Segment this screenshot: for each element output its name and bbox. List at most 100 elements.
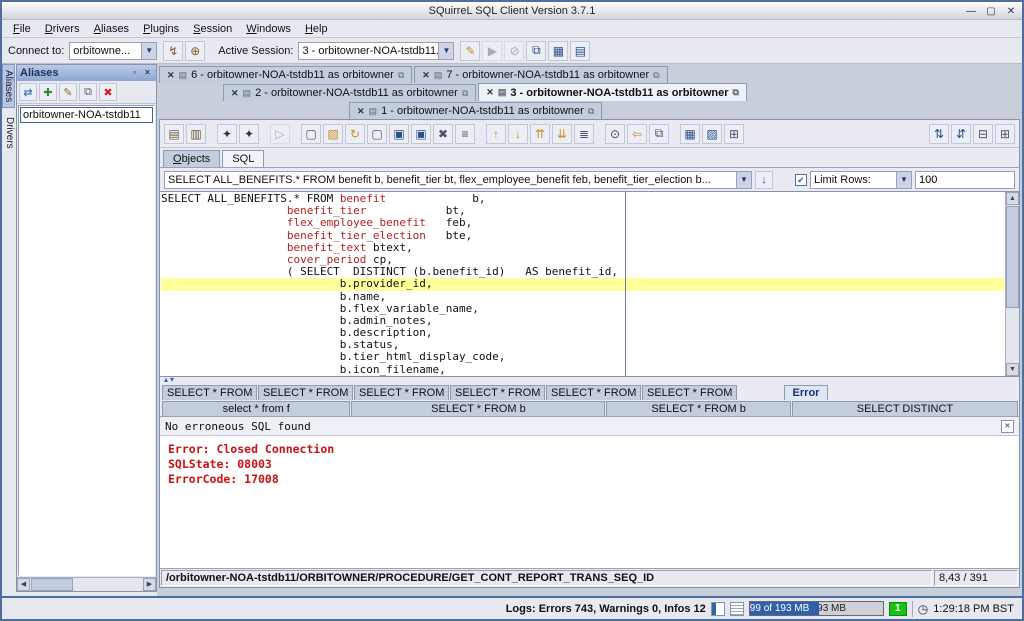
add-alias-icon[interactable]: ✚: [39, 83, 57, 101]
connect-to-combo[interactable]: orbitowne... ▼: [69, 42, 157, 60]
limit-rows-input[interactable]: [915, 171, 1015, 189]
scroll-up-icon[interactable]: ▲: [1006, 192, 1019, 205]
copy-sql-icon[interactable]: ⧉: [649, 124, 669, 144]
sql-history-value[interactable]: SELECT ALL_BENEFITS.* FROM benefit b, be…: [164, 171, 736, 189]
show-result-table-icon[interactable]: ▦: [680, 124, 700, 144]
sql-history-icon[interactable]: ≣: [574, 124, 594, 144]
result-tab[interactable]: SELECT * FROM b: [258, 385, 353, 400]
save-sql-icon[interactable]: ▣: [389, 124, 409, 144]
alias-list-item[interactable]: orbitowner-NOA-tstdb11: [20, 107, 153, 123]
limit-rows-label[interactable]: Limit Rows:: [810, 171, 896, 189]
close-error-panel-button[interactable]: ✕: [1001, 420, 1014, 433]
result-tab[interactable]: SELECT * FROM b: [606, 401, 791, 416]
refresh-schema-icon[interactable]: ⇅: [929, 124, 949, 144]
last-sql-icon[interactable]: ⇊: [552, 124, 572, 144]
session-tab[interactable]: ✕▤2 - orbitowner-NOA-tstdb11 as orbitown…: [223, 84, 476, 101]
menu-windows[interactable]: Windows: [239, 22, 298, 36]
connect-alias-icon[interactable]: ⇄: [19, 83, 37, 101]
tab-close-icon[interactable]: ✕: [167, 70, 175, 81]
limit-rows-checkbox[interactable]: ✔: [795, 174, 807, 186]
tab-detach-icon[interactable]: ⧉: [733, 87, 739, 98]
maximize-button[interactable]: ▢: [984, 6, 998, 17]
memory-gauge[interactable]: 99 of 193 MB 99 of 193 MB: [749, 601, 884, 616]
tab-detach-icon[interactable]: ⧉: [588, 106, 594, 117]
chevron-down-icon[interactable]: ▼: [438, 42, 454, 60]
tile-windows-icon[interactable]: ▦: [548, 41, 568, 61]
menu-file[interactable]: File: [6, 22, 38, 36]
menu-session[interactable]: Session: [186, 22, 239, 36]
commit-icon[interactable]: ✦: [217, 124, 237, 144]
scrollbar-thumb[interactable]: [1006, 206, 1019, 308]
new-alias-session-icon[interactable]: ⊕: [185, 41, 205, 61]
dock-panel-icon[interactable]: ▫: [129, 68, 140, 79]
new-sql-file-icon[interactable]: ▢: [301, 124, 321, 144]
scroll-right-icon[interactable]: ▶: [143, 578, 156, 591]
file-props-icon[interactable]: ≡: [455, 124, 475, 144]
result-tab[interactable]: SELECT * FROM b: [354, 385, 449, 400]
minimize-button[interactable]: —: [964, 6, 978, 17]
first-sql-icon[interactable]: ⇈: [530, 124, 550, 144]
splitter-collapse-icons[interactable]: ▴▾: [164, 375, 176, 384]
catalog-icon[interactable]: ⇵: [951, 124, 971, 144]
close-sql-file-icon[interactable]: ✖: [433, 124, 453, 144]
session-tab[interactable]: ✕▤3 - orbitowner-NOA-tstdb11 as orbitown…: [478, 83, 747, 101]
rotate-table-icon[interactable]: ⊞: [724, 124, 744, 144]
new-session-window-icon[interactable]: ⧉: [526, 41, 546, 61]
view-logs-icon[interactable]: [711, 602, 725, 616]
sql-editor[interactable]: SELECT ALL_BENEFITS.* FROM benefit b, be…: [160, 191, 1019, 377]
append-sql-icon[interactable]: ▢: [367, 124, 387, 144]
active-session-combo[interactable]: 3 - orbitowner-NOA-tstdb11... ▼: [298, 42, 454, 60]
collapse-all-icon[interactable]: ⊟: [973, 124, 993, 144]
menu-plugins[interactable]: Plugins: [136, 22, 186, 36]
limit-rows-select[interactable]: Limit Rows: ▼: [810, 171, 912, 189]
result-tab[interactable]: SELECT * FROM b: [351, 401, 605, 416]
scroll-down-icon[interactable]: ▼: [1006, 363, 1019, 376]
tab-close-icon[interactable]: ✕: [231, 88, 239, 99]
sql-editor-text[interactable]: SELECT ALL_BENEFITS.* FROM benefit b, be…: [161, 193, 1004, 376]
active-session-value[interactable]: 3 - orbitowner-NOA-tstdb11...: [298, 42, 438, 60]
cascade-windows-icon[interactable]: ▤: [570, 41, 590, 61]
log-settings-icon[interactable]: [730, 602, 744, 616]
session-tab[interactable]: ✕▤7 - orbitowner-NOA-tstdb11 as orbitown…: [414, 66, 667, 83]
copy-alias-icon[interactable]: ⧉: [79, 83, 97, 101]
tab-detach-icon[interactable]: ⧉: [653, 70, 659, 81]
rollback-icon[interactable]: ✦: [239, 124, 259, 144]
session-tab[interactable]: ✕▤6 - orbitowner-NOA-tstdb11 as orbitown…: [159, 66, 412, 83]
goto-error-icon[interactable]: ⇦: [627, 124, 647, 144]
tab-close-icon[interactable]: ✕: [357, 106, 365, 117]
tab-close-icon[interactable]: ✕: [486, 87, 494, 98]
result-tab[interactable]: SELECT * FROM b: [450, 385, 545, 400]
copy-history-to-editor-icon[interactable]: ↓: [755, 171, 773, 189]
delete-alias-icon[interactable]: ✖: [99, 83, 117, 101]
alias-list[interactable]: orbitowner-NOA-tstdb11: [18, 105, 155, 576]
connect-to-value[interactable]: orbitowne...: [69, 42, 141, 60]
dock-tab-aliases[interactable]: Aliases: [2, 64, 15, 108]
aliases-hscrollbar[interactable]: ◀ ▶: [17, 577, 156, 591]
expand-all-icon[interactable]: ⊞: [995, 124, 1015, 144]
tab-detach-icon[interactable]: ⧉: [398, 70, 404, 81]
scrollbar-thumb[interactable]: [31, 578, 73, 591]
splitter-handle[interactable]: ▴▾: [160, 377, 1019, 384]
next-sql-icon[interactable]: ↓: [508, 124, 528, 144]
show-result-text-icon[interactable]: ▨: [702, 124, 722, 144]
result-tab[interactable]: SELECT * FROM b: [162, 385, 257, 400]
tab-sql[interactable]: SQL: [222, 150, 264, 167]
sql-history-combo[interactable]: SELECT ALL_BENEFITS.* FROM benefit b, be…: [164, 171, 752, 189]
close-panel-icon[interactable]: ✕: [142, 68, 153, 79]
chevron-down-icon[interactable]: ▼: [736, 171, 752, 189]
result-tab[interactable]: Error: [784, 385, 828, 400]
tab-close-icon[interactable]: ✕: [422, 70, 430, 81]
connect-alias-icon[interactable]: ↯: [163, 41, 183, 61]
save-sql-as-icon[interactable]: ▣: [411, 124, 431, 144]
menu-help[interactable]: Help: [298, 22, 335, 36]
dock-tab-drivers[interactable]: Drivers: [2, 112, 15, 154]
tab-detach-icon[interactable]: ⧉: [462, 88, 468, 99]
close-button[interactable]: ✕: [1004, 6, 1018, 17]
view-drivers-icon[interactable]: ▥: [186, 124, 206, 144]
session-tab[interactable]: ✕▤1 - orbitowner-NOA-tstdb11 as orbitown…: [349, 102, 602, 119]
chevron-down-icon[interactable]: ▼: [141, 42, 157, 60]
result-tab[interactable]: SELECT * FROM b: [642, 385, 737, 400]
edit-session-icon[interactable]: ✎: [460, 41, 480, 61]
chevron-down-icon[interactable]: ▼: [896, 171, 912, 189]
find-icon[interactable]: ⊙: [605, 124, 625, 144]
